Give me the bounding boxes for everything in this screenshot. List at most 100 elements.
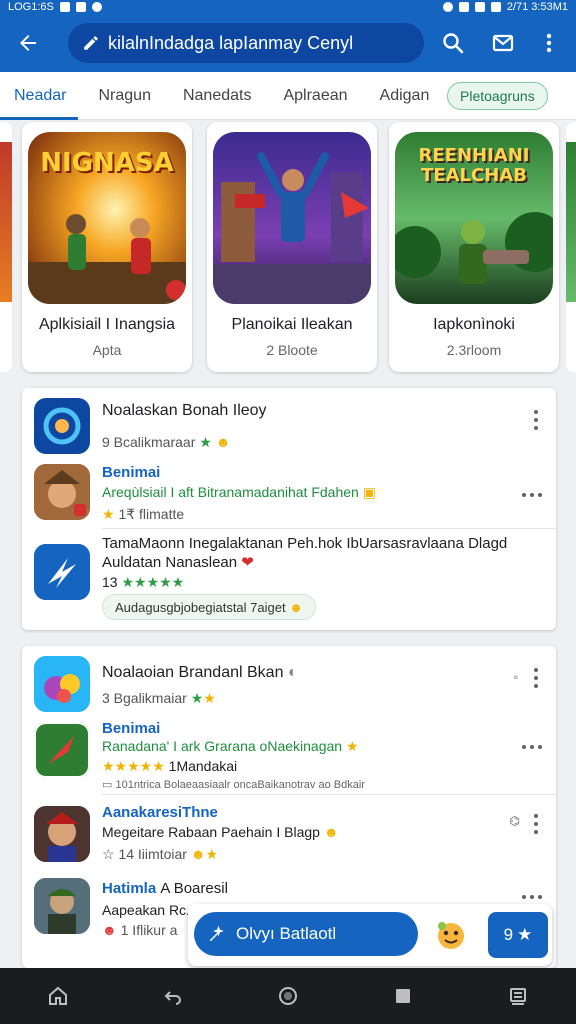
app-list-card: Noalaskan Bonah Ileoy 9 Bcalikmaraar ★ ☻… (22, 388, 556, 630)
assistant-button[interactable] (264, 972, 312, 1020)
featured-card[interactable]: REENHIANI TEALCHAB Iapkonìnoki 2.3rloom (389, 122, 559, 372)
primary-action-label: Olvyı Batlaotl (236, 924, 337, 943)
system-nav-bar (0, 968, 576, 1024)
mail-icon (492, 34, 514, 52)
featured-title: Iapkonìnoki (433, 316, 515, 333)
list-item[interactable]: Benimai Ranadana' I ark Grarana oNaekina… (22, 720, 556, 796)
app-name: Noalaskan Bonah Ileoy (102, 402, 267, 419)
mail-button[interactable] (487, 27, 519, 59)
search-button[interactable] (437, 27, 469, 59)
back-nav-button[interactable] (149, 972, 197, 1020)
home-icon (48, 986, 67, 1005)
app-description-text: Areqùlsiail I aft Bitranamadanihat Fdahe… (102, 484, 359, 500)
chart-icon: ▭ (102, 779, 113, 791)
overview-button[interactable] (379, 972, 427, 1020)
primary-action-button[interactable]: Olvyı Batlaotl (194, 912, 418, 956)
more-options-button[interactable] (522, 892, 542, 902)
search-query: kilalnIndadga lapIanmay Cenyl (108, 32, 354, 53)
more-options-button[interactable] (530, 668, 542, 688)
carousel-prev-peek[interactable] (0, 122, 12, 372)
heart-icon: ❤ (241, 554, 254, 571)
carousel-next-peek[interactable] (566, 122, 576, 372)
signal-icon (474, 2, 485, 12)
app-meta-text: 3 Bgalikmaiar (102, 690, 187, 706)
dot-icon (91, 2, 102, 12)
app-name: Hatimla A Boaresil (102, 880, 228, 897)
favorites-button[interactable]: 9 ★ (488, 912, 548, 958)
smile-icon: ☻★ (190, 846, 219, 862)
mascot-icon[interactable] (434, 918, 468, 952)
tab-adigan[interactable]: Adigan (380, 72, 430, 120)
featured-carousel[interactable]: NIGNASA Aplkisiail I Inangsia Apta Plano… (0, 120, 576, 382)
app-extra-text: 101ntrica Bolaeaasiaalr oncaBaikanotrav … (115, 779, 365, 791)
app-description: Areqùlsiail I aft Bitranamadanihat Fdahe… (102, 484, 376, 501)
list-item[interactable]: Benimai Areqùlsiail I aft Bitranamadanih… (22, 462, 556, 528)
app-rating: ★ 1₹ flimatte (102, 506, 184, 523)
promo-chip[interactable]: Audagusgbjobegiatstal 7aiget ☻ (102, 594, 316, 620)
featured-subtitle: Apta (92, 342, 122, 358)
app-name: Benimai (102, 464, 161, 481)
featured-card[interactable]: Planoikai Ileakan 2 Bloote (207, 122, 377, 372)
tab-bar: Neadar Nragun Nanedats Aplraean Adigan P… (0, 72, 576, 120)
search-input[interactable]: kilalnIndadga lapIanmay Cenyl (68, 23, 424, 63)
app-name: Noalaoian Brandanl Bkan ◐ (102, 664, 298, 682)
star-icon: ★ (190, 690, 204, 706)
tab-nanedats[interactable]: Nanedats (183, 72, 252, 120)
list-item[interactable]: TamaMaonn Inegalaktanan Peh.hok IbUarsas… (22, 534, 556, 624)
emoji-icon: ☻ (102, 922, 117, 938)
home-button[interactable] (34, 972, 82, 1020)
more-options-button[interactable] (522, 490, 542, 500)
app-description-text: Megeitare Rabaan Paehain I Blagp (102, 824, 320, 840)
tab-aplraean[interactable]: Aplraean (283, 72, 347, 120)
more-options-button[interactable] (522, 742, 542, 752)
app-name-text: TamaMaonn Inegalaktanan Peh.hok IbUarsas… (102, 535, 508, 571)
tab-neadar[interactable]: Neadar (0, 72, 80, 120)
app-bar: kilalnIndadga lapIanmay Cenyl (0, 14, 576, 72)
app-icon (34, 398, 90, 454)
list-item[interactable]: AanakaresiThne Megeitare Rabaan Paehain … (22, 800, 556, 870)
square-icon (396, 989, 411, 1003)
app-extra: ▭ 101ntrica Bolaeaasiaalr oncaBaikanotra… (102, 778, 365, 791)
star-icon: ★ (199, 434, 212, 450)
app-name: TamaMaonn Inegalaktanan Peh.hok IbUarsas… (102, 534, 542, 572)
app-rating: ★★★★★ 1Mandakai (102, 758, 237, 775)
featured-art: REENHIANI TEALCHAB (395, 132, 553, 304)
more-options-button[interactable] (530, 814, 542, 834)
smile-icon: ☻ (323, 824, 339, 840)
app-rating-count: 13 (102, 574, 118, 590)
battery-icon (490, 2, 501, 12)
recents-button[interactable] (494, 972, 542, 1020)
featured-art (213, 132, 371, 304)
list-item[interactable]: Noalaskan Bonah Ileoy 9 Bcalikmaraar ★ ☻ (22, 396, 556, 462)
featured-card[interactable]: NIGNASA Aplkisiail I Inangsia Apta (22, 122, 192, 372)
bluetooth-icon (442, 2, 453, 12)
save-icon[interactable]: ▫ (514, 670, 518, 684)
app-icon (34, 806, 90, 862)
circle-icon (278, 987, 297, 1005)
tab-chip-button[interactable]: Pletoagruns (447, 82, 548, 110)
app-rating: ☆ 14 Iiimtoiar ☻★ (102, 846, 218, 863)
list-item[interactable]: Noalaoian Brandanl Bkan ◐ 3 Bgalikmaiar … (22, 652, 556, 718)
pin-icon[interactable]: ⌬ (510, 814, 520, 828)
tab-nragun[interactable]: Nragun (98, 72, 150, 120)
app-rating-text: 1₹ flimatte (118, 506, 185, 522)
rating-stars: ★★★★★ (102, 758, 165, 774)
back-button[interactable] (0, 14, 56, 72)
featured-art-title: REENHIANI TEALCHAB (418, 145, 530, 186)
overflow-menu-button[interactable] (533, 27, 565, 59)
app-description-text: Ranadana' I ark Grarana oNaekinagan (102, 738, 343, 754)
app-name-text: Hatimla (102, 880, 157, 897)
favorites-count: 9 (503, 925, 514, 944)
notification-icon (59, 2, 70, 12)
badge-icon: ▣ (362, 484, 376, 500)
edit-icon (84, 36, 98, 50)
back-icon (164, 991, 181, 1005)
more-options-button[interactable] (530, 410, 542, 430)
app-icon (34, 722, 90, 778)
app-description: Aapeakan Rc... (102, 902, 198, 918)
more-vert-icon (546, 33, 552, 53)
divider (102, 528, 556, 529)
app-meta-text: 9 Bcalikmaraar (102, 434, 196, 450)
app-name: Benimai (102, 720, 161, 737)
search-icon (443, 33, 464, 54)
